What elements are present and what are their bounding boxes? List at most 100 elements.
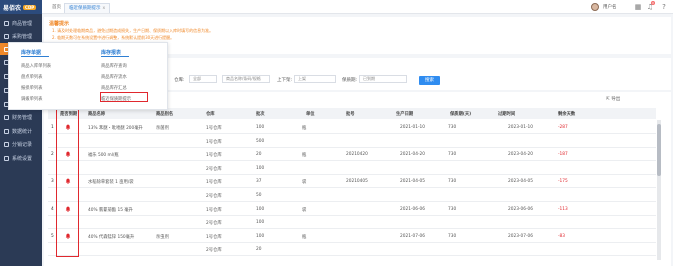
cell-shelf: 730 [448,233,457,239]
cell-date: 2021-04-05 [400,179,425,185]
column-header[interactable]: 保质期(天) [450,111,471,117]
nav-icon [4,20,9,26]
cell-wh: 1号仓库 [206,126,222,131]
row-divider [48,187,656,189]
cell-remain: -187 [558,152,568,158]
app-name: 易佰农 [3,4,22,12]
row-divider [48,160,656,162]
row-divider [48,255,656,257]
expiry-select[interactable]: 已到期 [359,75,407,83]
column-header[interactable]: 过期时间 [498,111,515,117]
row-divider [48,146,656,148]
cell-wh: 1号仓库 [206,207,222,213]
cell-unit: 瓶 [302,234,307,240]
sidebar-item-8[interactable]: 数据统计 [0,125,42,137]
sidebar-item-9[interactable]: 分销记录 [0,138,42,150]
sidebar-item-1[interactable]: 采购管理 [0,30,42,42]
tip-title: 温馨提示 [49,21,70,27]
menu-item[interactable]: 报损单列表 [21,85,42,91]
column-header[interactable]: 仓库 [206,111,215,117]
column-header[interactable]: 剩余天数 [558,111,575,117]
row-number: 4 [51,206,54,212]
column-header[interactable]: 商品名称 [88,111,105,117]
help-icon[interactable]: ? [660,3,668,11]
search-button[interactable]: 搜索 [419,76,440,85]
menu-col1-title: 库存单据 [21,50,42,56]
column-header[interactable]: 商品别名 [156,111,173,117]
row-divider [48,241,656,243]
cell-wh: 2号仓库 [206,166,222,172]
tab-expiry-label: 临近保质期提示 [69,6,101,11]
cell-alias: 杀菌剂 [156,126,169,131]
nav-icon [4,33,9,39]
cell-qty: 100 [256,165,265,171]
cell-remain: -287 [558,125,568,130]
avatar[interactable] [591,3,599,11]
sidebar-item-0[interactable]: 商品管理 [0,17,42,29]
export-label: 导出 [611,97,621,102]
column-header[interactable]: 批次 [256,111,265,117]
cell-name: 40% 氯氰菊酯 15 毫升 [88,207,133,213]
cell-unit: 袋 [302,207,307,213]
menu-item[interactable]: 商品库存流水 [101,74,127,80]
grid-icon[interactable]: ▦ [634,3,642,11]
warehouse-select[interactable]: 全部 [189,75,217,83]
cell-exp: 2023-04-20 [508,152,533,158]
menu-item[interactable]: 商品库存汇总 [101,85,127,91]
scrollbar-thumb[interactable] [657,124,661,176]
cell-remain: -113 [558,206,568,212]
cell-name: 水稻除草套装 1 亩用/袋 [88,180,134,186]
export-button[interactable]: ⇱ 导出 [606,96,620,102]
keyword-input[interactable]: 商品名称/条码/规格 [222,75,270,83]
menu-col2-underline [101,56,129,57]
menu-item[interactable]: 商品库存查询 [101,63,127,69]
tip-line: 1. 请及时处理临期商品，避免过期造成损失，生产日期、保质期以入库时填写的信息为… [52,28,214,33]
column-header[interactable]: 批号 [346,111,355,117]
nav-icon [4,155,9,161]
sidebar-item-label: 分销记录 [12,141,33,148]
row-number: 5 [51,233,54,239]
cell-alias: 杀虫剂 [156,234,169,240]
column-header[interactable]: 生产日期 [396,111,413,117]
cell-date: 2021-06-06 [400,206,425,212]
cell-qty: 20 [256,152,262,158]
notification-badge: 0 [651,1,655,5]
sidebar-item-7[interactable]: 财务管理 [0,111,42,123]
row-divider [48,201,656,202]
cell-qty: 100 [256,233,265,239]
shelf-status-label: 上下架: [277,78,293,83]
expiry-label: 保质期: [342,78,358,83]
sidebar-item-label: 财务管理 [12,114,33,121]
cell-wh: 1号仓库 [206,234,222,240]
cell-name: 福乐 500 ml/瓶 [88,153,119,159]
tip-line: 2. 临期天数可在系统设置中进行调整，系统默认提前30天进行提醒。 [52,35,175,40]
close-icon[interactable]: x [103,6,106,11]
row-divider [48,173,656,175]
username[interactable]: 用户名 [603,4,617,10]
shelf-status-select[interactable]: 上架 [294,75,336,83]
cell-date: 2021-04-20 [400,152,425,158]
cell-date: 2021-07-06 [400,233,425,239]
version-badge: CDP [23,4,37,10]
column-header[interactable]: 单位 [306,111,315,117]
cell-qty: 100 [256,206,265,212]
cell-wh: 1号仓库 [206,139,222,145]
tab-home[interactable]: 首页 [48,3,65,13]
menu-highlight-box [100,92,148,102]
cell-wh: 1号仓库 [206,180,222,186]
cell-exp: 2023-06-06 [508,206,533,212]
cell-lot: 20210420 [346,152,368,158]
menu-item[interactable]: 调拨单列表 [21,96,42,102]
cell-wh: 2号仓库 [206,194,222,199]
sidebar-item-10[interactable]: 系统设置 [0,152,42,164]
tab-expiry-warning[interactable]: 临近保质期提示 x [64,3,111,13]
nav-icon [4,114,9,120]
cell-exp: 2023-04-05 [508,179,533,185]
cell-shelf: 730 [448,152,457,158]
expiry-column-highlight [56,109,79,257]
menu-item[interactable]: 商品入库单列表 [21,63,51,69]
menu-item[interactable]: 盘点单列表 [21,74,42,80]
cell-shelf: 730 [448,125,457,130]
cell-remain: -175 [558,179,568,185]
cell-unit: 瓶 [302,126,307,131]
